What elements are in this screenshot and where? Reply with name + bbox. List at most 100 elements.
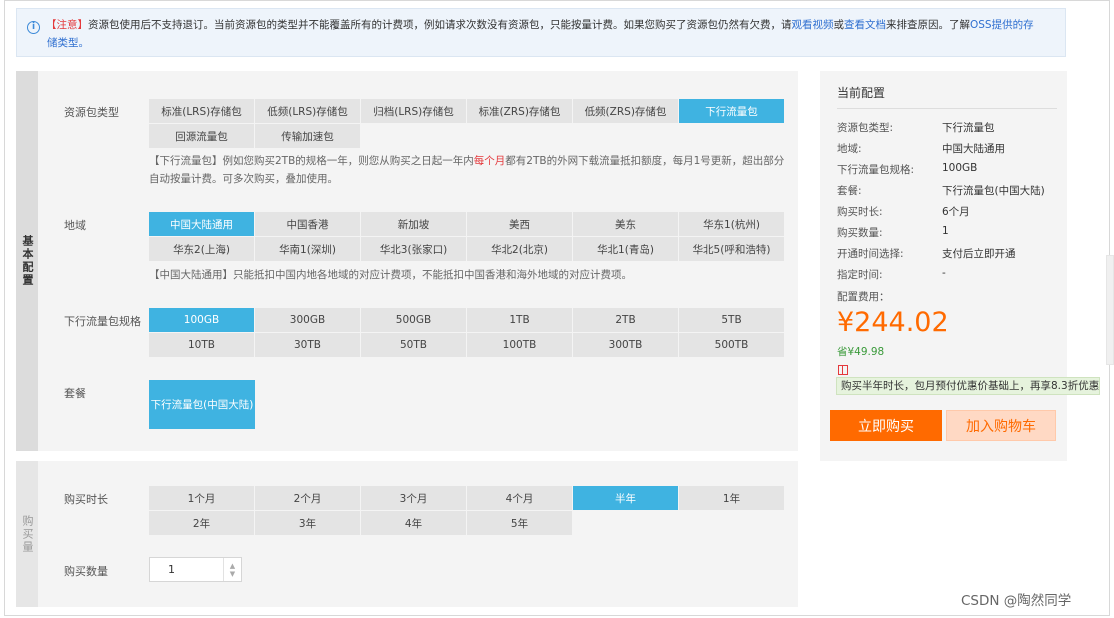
purchase-side-label: 购买量 xyxy=(16,461,38,607)
summary-value: 下行流量包(中国大陆) xyxy=(942,185,1045,197)
region-option[interactable]: 华东1(杭州) xyxy=(679,212,784,236)
duration-option[interactable]: 3年 xyxy=(255,511,360,535)
region-hint: 【中国大陆通用】只能抵扣中国内地各地域的对应计费项，不能抵扣中国香港和海外地域的… xyxy=(149,269,632,281)
saving-amount: 省¥49.98 xyxy=(837,346,885,358)
region-option[interactable]: 华北1(青岛) xyxy=(573,237,678,261)
price: ¥244.02 xyxy=(837,307,949,338)
spec-option[interactable]: 300TB xyxy=(573,333,678,357)
spec-option[interactable]: 500GB xyxy=(361,308,466,332)
resource-type-label: 资源包类型 xyxy=(64,106,119,119)
duration-options: 1个月 2个月 3个月 4个月 半年 1年 2年 3年 4年 5年 xyxy=(149,486,784,535)
spec-option[interactable]: 30TB xyxy=(255,333,360,357)
current-config-summary: 当前配置 资源包类型: 下行流量包 地域: 中国大陆通用 下行流量包规格: 10… xyxy=(820,71,1100,461)
summary-key: 地域: xyxy=(837,143,862,155)
page: i 【注意】资源包使用后不支持退订。当前资源包的类型并不能覆盖所有的计费项，例如请… xyxy=(0,0,1114,618)
duration-option[interactable]: 3个月 xyxy=(361,486,466,510)
duration-option[interactable]: 1年 xyxy=(679,486,784,510)
region-option[interactable]: 华东2(上海) xyxy=(149,237,254,261)
resource-type-option[interactable]: 回源流量包 xyxy=(149,124,254,148)
duration-label: 购买时长 xyxy=(64,493,108,506)
summary-key: 下行流量包规格: xyxy=(837,164,915,176)
spec-option-selected[interactable]: 100GB xyxy=(149,308,254,332)
spec-option[interactable]: 5TB xyxy=(679,308,784,332)
spec-option[interactable]: 2TB xyxy=(573,308,678,332)
fee-label: 配置费用： xyxy=(837,291,890,303)
summary-key: 购买时长: xyxy=(837,206,883,218)
duration-option[interactable]: 4个月 xyxy=(467,486,572,510)
summary-key: 开通时间选择: xyxy=(837,248,904,260)
region-options: 中国大陆通用 中国香港 新加坡 美西 美东 华东1(杭州) 华东2(上海) 华南… xyxy=(149,212,784,261)
duration-option[interactable]: 2年 xyxy=(149,511,254,535)
storage-types-link-cont[interactable]: 储类型。 xyxy=(47,37,89,49)
duration-option[interactable]: 5年 xyxy=(467,511,572,535)
info-icon: i xyxy=(27,21,40,34)
watch-video-link[interactable]: 观看视频 xyxy=(792,19,834,31)
package-label: 套餐 xyxy=(64,387,86,400)
notice-text: 资源包使用后不支持退订。当前资源包的类型并不能覆盖所有的计费项，例如请求次数没有… xyxy=(88,19,792,31)
resource-type-option[interactable]: 低频(LRS)存储包 xyxy=(255,99,360,123)
storage-types-link[interactable]: OSS提供的存 xyxy=(970,19,1034,31)
summary-value: 下行流量包 xyxy=(942,122,995,134)
region-option[interactable]: 美东 xyxy=(573,212,678,236)
stepper-down-icon[interactable]: ▼ xyxy=(230,570,235,578)
resource-type-option[interactable]: 传输加速包 xyxy=(255,124,360,148)
spec-option[interactable]: 10TB xyxy=(149,333,254,357)
summary-key: 资源包类型: xyxy=(837,122,894,134)
package-option-selected[interactable]: 下行流量包(中国大陆) xyxy=(149,380,255,429)
resource-type-option[interactable]: 低频(ZRS)存储包 xyxy=(573,99,678,123)
resource-type-option[interactable]: 标准(LRS)存储包 xyxy=(149,99,254,123)
gift-icon xyxy=(838,365,848,375)
region-option[interactable]: 美西 xyxy=(467,212,572,236)
basic-config-panel: 基本配置 资源包类型 标准(LRS)存储包 低频(LRS)存储包 归档(LRS)… xyxy=(16,71,798,451)
quantity-value[interactable]: 1 xyxy=(150,558,223,581)
notice-tag: 【注意】 xyxy=(46,19,88,31)
summary-value: 100GB xyxy=(942,162,978,174)
duration-option[interactable]: 1个月 xyxy=(149,486,254,510)
quantity-label: 购买数量 xyxy=(64,565,108,578)
stepper-arrows[interactable]: ▲ ▼ xyxy=(223,558,241,581)
duration-option-selected[interactable]: 半年 xyxy=(573,486,678,510)
summary-key: 指定时间: xyxy=(837,269,883,281)
view-docs-link[interactable]: 查看文档 xyxy=(844,19,886,31)
summary-value: 支付后立即开通 xyxy=(942,248,1016,260)
duration-option[interactable]: 2个月 xyxy=(255,486,360,510)
summary-key: 购买数量: xyxy=(837,227,883,239)
purchase-panel: 购买量 购买时长 1个月 2个月 3个月 4个月 半年 1年 2年 3年 4年 … xyxy=(16,461,798,607)
resource-type-option[interactable]: 标准(ZRS)存储包 xyxy=(467,99,572,123)
region-option-selected[interactable]: 中国大陆通用 xyxy=(149,212,254,236)
scrollbar[interactable] xyxy=(1106,255,1114,365)
region-option[interactable]: 中国香港 xyxy=(255,212,360,236)
resource-type-option[interactable]: 归档(LRS)存储包 xyxy=(361,99,466,123)
add-to-cart-button[interactable]: 加入购物车 xyxy=(946,410,1056,441)
basic-config-side-label: 基本配置 xyxy=(16,71,38,451)
notice-or: 或 xyxy=(833,19,845,31)
summary-value: 6个月 xyxy=(942,206,970,218)
promo-tip: 购买半年时长，包月预付优惠价基础上，再享8.3折优惠 xyxy=(836,377,1100,395)
summary-value: 1 xyxy=(942,225,949,237)
stepper-up-icon[interactable]: ▲ xyxy=(230,562,235,570)
summary-title: 当前配置 xyxy=(837,86,886,100)
region-option[interactable]: 华北5(呼和浩特) xyxy=(679,237,784,261)
quantity-stepper[interactable]: 1 ▲ ▼ xyxy=(149,557,242,582)
spec-option[interactable]: 100TB xyxy=(467,333,572,357)
region-option[interactable]: 新加坡 xyxy=(361,212,466,236)
resource-type-options: 标准(LRS)存储包 低频(LRS)存储包 归档(LRS)存储包 标准(ZRS)… xyxy=(149,99,784,148)
buy-now-button[interactable]: 立即购买 xyxy=(830,410,942,441)
spec-option[interactable]: 50TB xyxy=(361,333,466,357)
spec-option[interactable]: 1TB xyxy=(467,308,572,332)
spec-option[interactable]: 500TB xyxy=(679,333,784,357)
summary-value: 中国大陆通用 xyxy=(942,143,1005,155)
region-option[interactable]: 华南1(深圳) xyxy=(255,237,360,261)
region-option[interactable]: 华北2(北京) xyxy=(467,237,572,261)
summary-value: - xyxy=(942,267,946,279)
duration-option[interactable]: 4年 xyxy=(361,511,466,535)
region-option[interactable]: 华北3(张家口) xyxy=(361,237,466,261)
notice-banner: i 【注意】资源包使用后不支持退订。当前资源包的类型并不能覆盖所有的计费项，例如请… xyxy=(16,8,1066,57)
spec-label: 下行流量包规格 xyxy=(64,315,141,328)
watermark: CSDN @陶然同学 xyxy=(961,593,1072,609)
summary-key: 套餐: xyxy=(837,185,862,197)
resource-type-option-selected[interactable]: 下行流量包 xyxy=(679,99,784,123)
resource-type-hint: 【下行流量包】例如您购买2TB的规格一年，则您从购买之日起一年内每个月都有2TB… xyxy=(149,155,785,185)
region-label: 地域 xyxy=(64,219,86,232)
spec-option[interactable]: 300GB xyxy=(255,308,360,332)
